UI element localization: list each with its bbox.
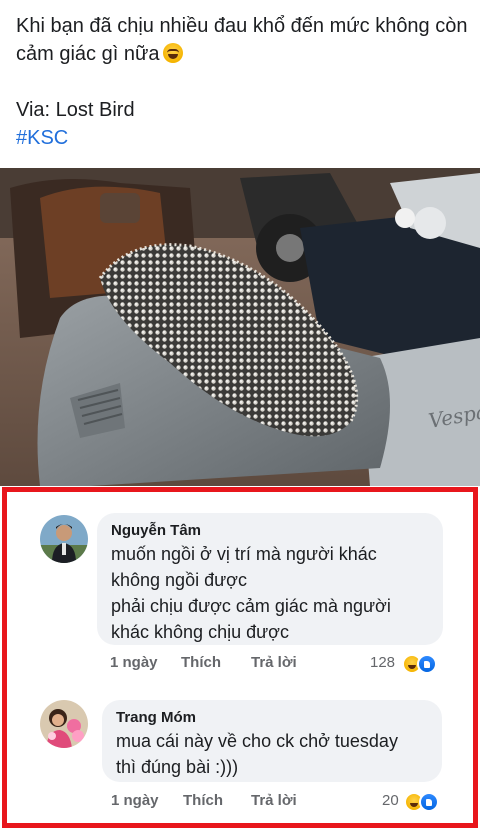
hashtag-link[interactable]: #KSC (16, 124, 468, 152)
comment-actions: 1 ngày Thích Trả lời 128 (7, 654, 473, 676)
reaction-count[interactable]: 20 (382, 792, 399, 809)
post-via: Via: Lost Bird (16, 99, 135, 121)
comment-time: 1 ngày (111, 792, 159, 809)
comment-author[interactable]: Trang Móm (116, 708, 428, 728)
reaction-icons[interactable] (402, 654, 442, 674)
spiked-scooter-seat-photo: Vespa (0, 168, 480, 486)
post-photo[interactable]: Vespa (0, 168, 480, 486)
like-button[interactable]: Thích (183, 792, 223, 809)
like-icon (419, 792, 439, 812)
reaction-count[interactable]: 128 (370, 654, 395, 671)
post-caption: Khi bạn đã chịu nhiều đau khổ đến mức kh… (16, 15, 468, 65)
user-avatar-icon (40, 700, 88, 748)
comment-bubble: Nguyễn Tâm muốn ngồi ở vị trí mà người k… (97, 513, 443, 645)
comment-author[interactable]: Nguyễn Tâm (111, 521, 429, 541)
reply-button[interactable]: Trả lời (251, 792, 297, 809)
highlighted-comments-section: Nguyễn Tâm muốn ngồi ở vị trí mà người k… (2, 487, 478, 828)
comment-line: mua cái này về cho ck chở tuesday (116, 731, 398, 751)
like-icon (417, 654, 437, 674)
like-button[interactable]: Thích (181, 654, 221, 671)
reply-button[interactable]: Trả lời (251, 654, 297, 671)
laughing-emoji-icon (163, 43, 184, 63)
reaction-icons[interactable] (404, 792, 444, 812)
comment-line: phải chịu được cảm giác mà người (111, 596, 391, 616)
post-text: Khi bạn đã chịu nhiều đau khổ đến mức kh… (16, 12, 468, 152)
comment-line: không ngồi được (111, 570, 247, 590)
comment-bubble: Trang Móm mua cái này về cho ck chở tues… (102, 700, 442, 782)
comment-line: khác không chịu được (111, 622, 289, 642)
avatar[interactable] (40, 700, 88, 748)
comment-line: muốn ngồi ở vị trí mà người khác (111, 544, 377, 564)
avatar[interactable] (40, 515, 88, 563)
comment-time: 1 ngày (110, 654, 158, 671)
user-avatar-icon (40, 515, 88, 563)
comment-actions: 1 ngày Thích Trả lời 20 (7, 792, 473, 814)
comment-line: thì đúng bài :))) (116, 757, 239, 777)
